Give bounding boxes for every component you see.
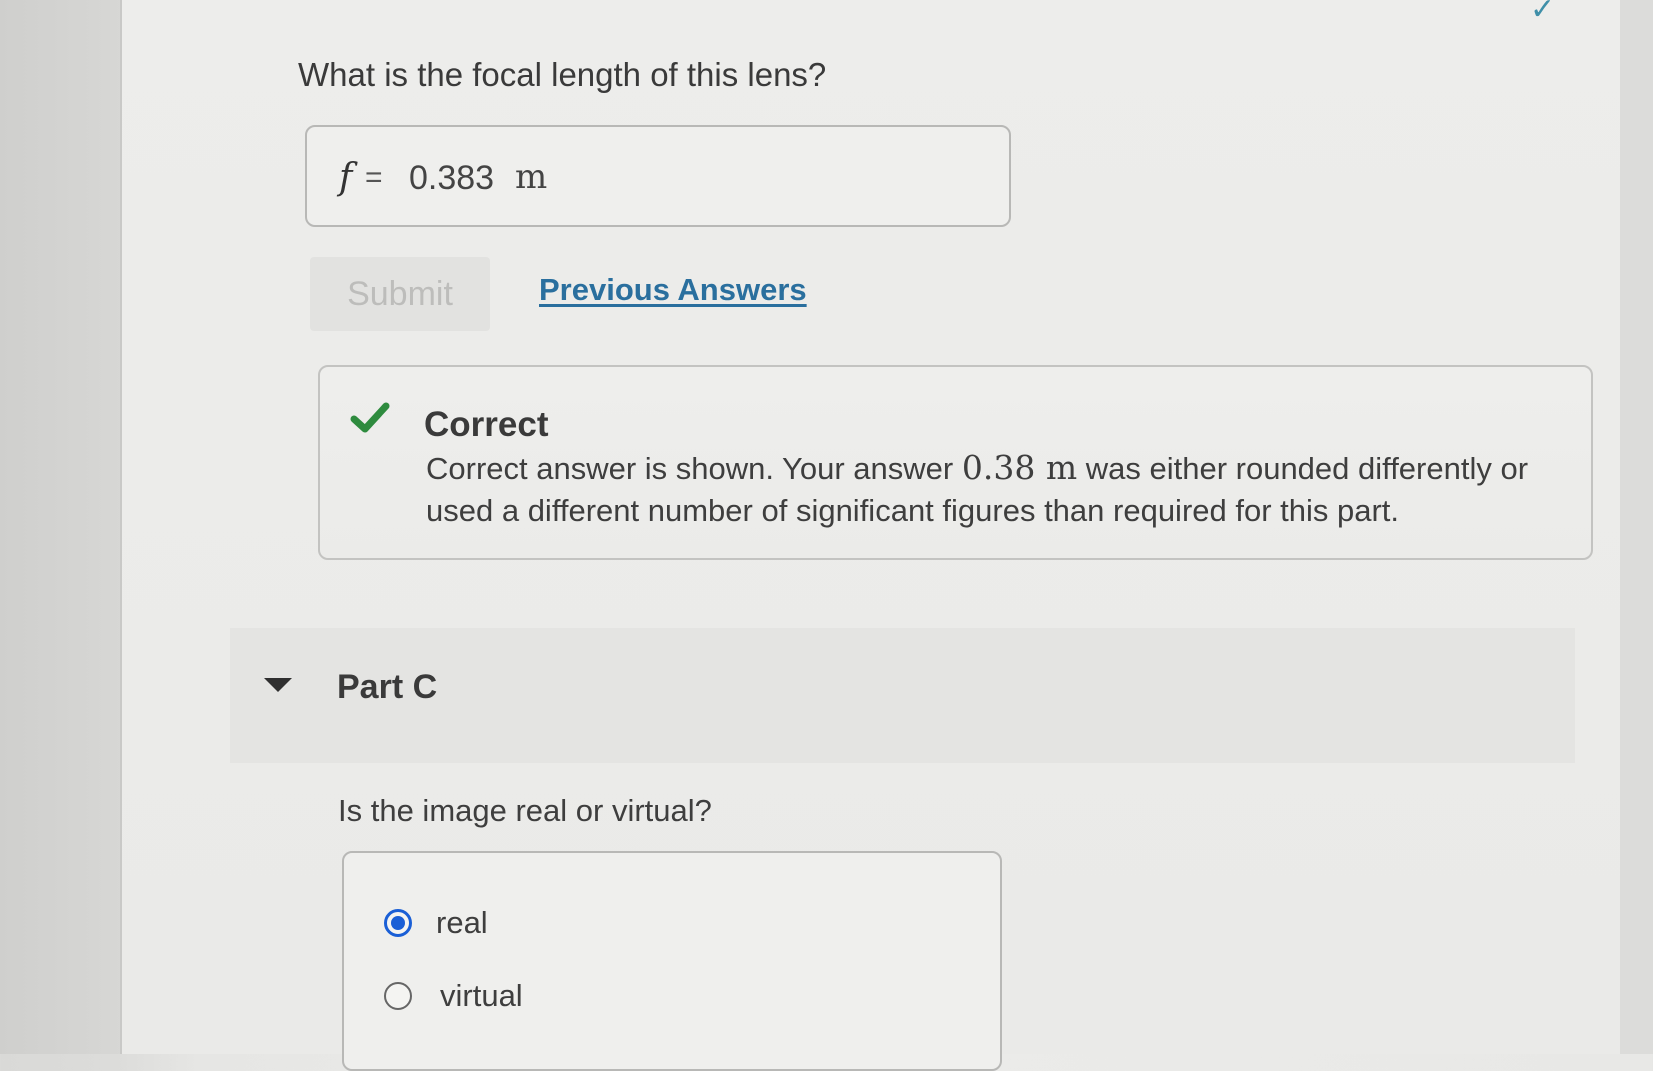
feedback-answer-value: 0.38 m	[961, 448, 1078, 487]
feedback-message: Correct answer is shown. Your answer 0.3…	[426, 447, 1566, 532]
part-c-question: Is the image real or virtual?	[338, 793, 712, 828]
radio-virtual[interactable]	[384, 982, 412, 1010]
feedback-title: Correct	[424, 405, 549, 444]
left-margin	[0, 0, 140, 1054]
option-virtual[interactable]: virtual	[384, 978, 523, 1014]
option-virtual-label: virtual	[440, 978, 523, 1013]
answer-variable: f	[339, 157, 353, 198]
question-text: What is the focal length of this lens?	[298, 56, 827, 93]
part-c-header[interactable]: Part C	[230, 628, 1575, 763]
answer-field[interactable]: f = 0.383 m	[305, 125, 1011, 227]
checkmark-icon: ✓	[1530, 0, 1556, 26]
radio-real[interactable]	[384, 909, 412, 937]
feedback-text-before: Correct answer is shown. Your answer	[426, 451, 962, 486]
chevron-down-icon[interactable]	[264, 678, 292, 692]
correct-check-icon	[350, 402, 390, 433]
answer-equals: =	[365, 161, 383, 194]
previous-answers-link[interactable]: Previous Answers	[539, 272, 807, 308]
right-margin	[1620, 0, 1653, 1054]
feedback-box: Correct Correct answer is shown. Your an…	[318, 365, 1593, 560]
answer-value[interactable]: 0.383	[409, 159, 494, 198]
answer-unit: m	[515, 157, 548, 197]
options-group: real virtual	[342, 851, 1002, 1071]
option-real[interactable]: real	[384, 905, 488, 941]
part-c-title: Part C	[337, 668, 438, 706]
submit-button[interactable]: Submit	[310, 257, 490, 331]
option-real-label: real	[436, 905, 488, 940]
